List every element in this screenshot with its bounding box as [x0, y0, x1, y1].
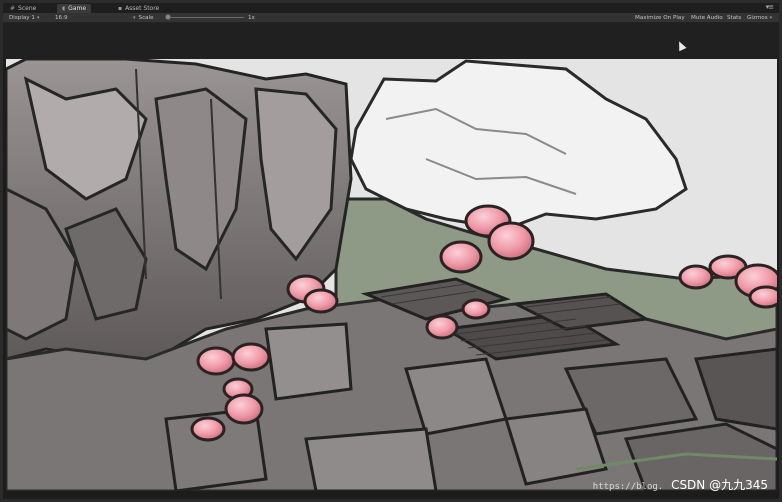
game-view-letterbox-top — [3, 23, 779, 59]
stats-label: Stats — [727, 14, 742, 21]
tab-menu-icon[interactable]: ▾≡ — [766, 3, 774, 11]
mute-audio-label: Mute Audio — [691, 14, 723, 21]
game-render — [6, 59, 777, 491]
game-view[interactable] — [6, 59, 777, 491]
scale-value-text: 1x — [248, 14, 255, 21]
display-label: Display 1 — [9, 14, 35, 21]
tab-scene-label: Scene — [18, 5, 37, 12]
scene-grid-icon: # — [10, 5, 16, 12]
tab-game-label: Game — [68, 5, 87, 12]
gizmos-label: Gizmos — [747, 14, 768, 21]
display-dropdown[interactable]: Display 1 ▾ — [9, 13, 39, 22]
scale-slider-track[interactable] — [166, 17, 244, 18]
chevron-down-icon: ▾ — [133, 14, 136, 21]
watermark-text: CSDN @九九345 — [671, 478, 768, 492]
game-toolbar: Display 1 ▾ 16:9 ▾ Scale 1x Maximize On … — [3, 13, 779, 23]
tab-game[interactable]: ◖ Game — [57, 4, 92, 13]
tab-scene[interactable]: # Scene — [5, 4, 41, 13]
gizmos-dropdown[interactable]: Gizmos ▾ — [747, 13, 772, 22]
tab-asset-store-label: Asset Store — [125, 5, 160, 12]
maximize-on-play-label: Maximize On Play — [635, 14, 685, 21]
mute-audio-toggle[interactable]: Mute Audio — [691, 13, 723, 22]
maximize-on-play-toggle[interactable]: Maximize On Play — [635, 13, 685, 22]
stats-toggle[interactable]: Stats — [727, 13, 741, 22]
asset-store-icon: ▪ — [118, 5, 123, 12]
watermark: https://blog. CSDN @九九345 — [593, 476, 768, 493]
chevron-down-icon: ▾ — [769, 14, 773, 21]
aspect-label: 16:9 — [55, 14, 68, 21]
editor-tab-bar: # Scene ◖ Game ▪ Asset Store ▾≡ — [3, 3, 779, 13]
scale-control: ▾ Scale — [133, 13, 154, 22]
tab-asset-store[interactable]: ▪ Asset Store — [113, 4, 164, 13]
scale-value: 1x — [248, 13, 255, 22]
watermark-url: https://blog. — [592, 482, 664, 492]
aspect-dropdown[interactable]: 16:9 — [55, 13, 68, 22]
scale-label: Scale — [138, 14, 154, 21]
scale-slider-thumb[interactable] — [164, 14, 171, 20]
chevron-down-icon: ▾ — [36, 14, 40, 21]
game-pacman-icon: ◖ — [62, 5, 66, 12]
